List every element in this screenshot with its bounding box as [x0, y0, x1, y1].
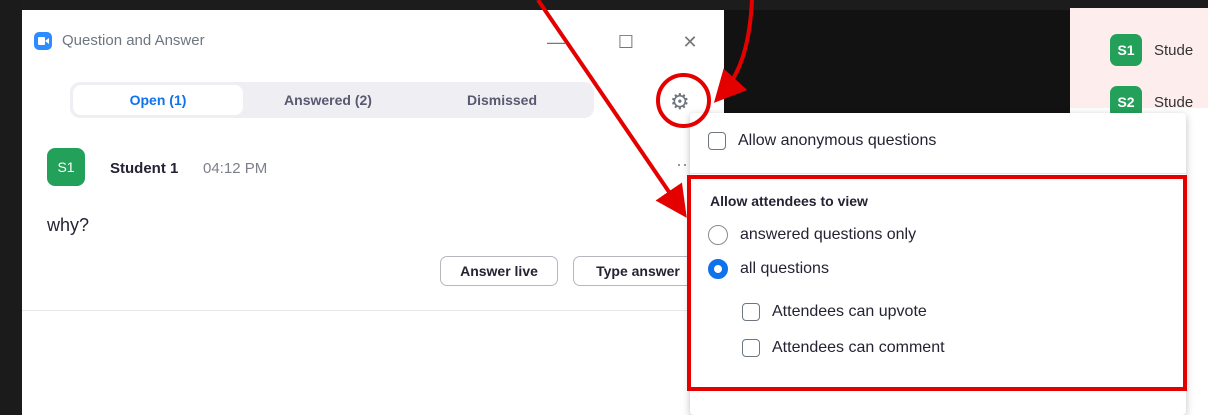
participant-name: Stude — [1154, 93, 1194, 111]
answer-live-button[interactable]: Answer live — [440, 256, 558, 286]
qa-window: Question and Answer — ☐ ✕ Open (1) Answe… — [22, 20, 724, 415]
annotation-highlight-box — [687, 175, 1187, 391]
menu-divider — [690, 173, 1186, 174]
tab-dismissed[interactable]: Dismissed — [413, 85, 591, 115]
background-left-strip — [0, 0, 22, 415]
divider — [22, 310, 724, 311]
allow-anonymous-label: Allow anonymous questions — [738, 132, 937, 149]
tab-open[interactable]: Open (1) — [73, 85, 243, 115]
question-author: Student 1 — [110, 160, 179, 177]
close-button[interactable]: ✕ — [676, 28, 704, 56]
minimize-button[interactable]: — — [542, 28, 570, 56]
question-avatar: S1 — [47, 148, 85, 186]
window-title: Question and Answer — [62, 32, 205, 49]
participant-name: Stude — [1154, 41, 1194, 59]
question-text: why? — [47, 215, 90, 235]
participant-item[interactable]: S1 Stude — [1110, 34, 1193, 66]
zoom-app-icon — [34, 32, 52, 50]
allow-anonymous-option[interactable]: Allow anonymous questions — [708, 132, 936, 150]
question-time: 04:12 PM — [203, 160, 268, 177]
participant-avatar: S1 — [1110, 34, 1142, 66]
type-answer-button[interactable]: Type answer — [573, 256, 703, 286]
maximize-button[interactable]: ☐ — [612, 28, 640, 56]
title-bar: Question and Answer — ☐ ✕ — [22, 20, 724, 64]
tab-answered[interactable]: Answered (2) — [243, 85, 413, 115]
allow-anonymous-checkbox[interactable] — [708, 132, 726, 150]
background-top-strip — [0, 0, 1208, 10]
qa-tab-bar: Open (1) Answered (2) Dismissed — [70, 82, 594, 118]
annotation-highlight-circle — [656, 73, 711, 128]
